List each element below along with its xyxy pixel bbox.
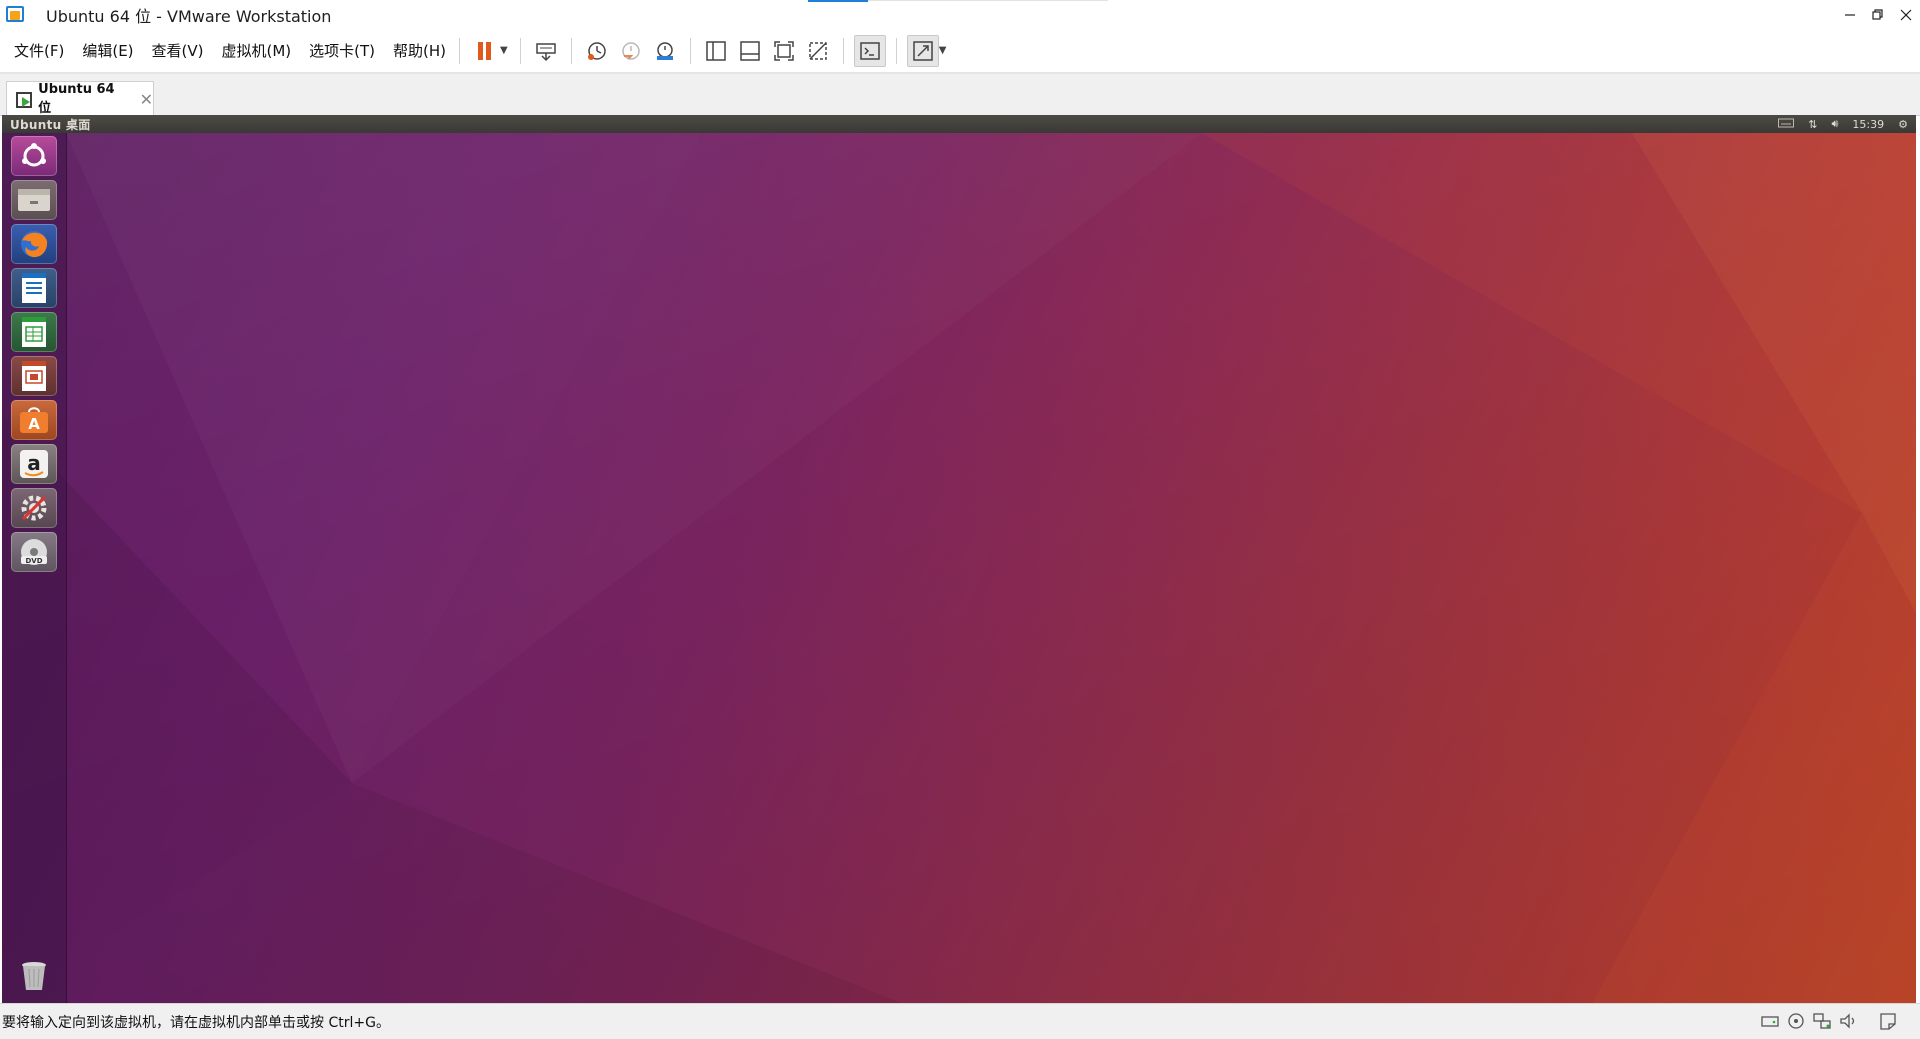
launcher-dvd[interactable]: DVD [9,531,59,573]
toolbar-separator [519,37,521,64]
ubuntu-launcher: A a DVD [2,133,67,1003]
window-controls [1836,0,1920,29]
tab-ubuntu-64[interactable]: Ubuntu 64 位 ✕ [6,81,154,116]
menu-help[interactable]: 帮助(H) [393,40,446,61]
dvd-icon: DVD [11,532,57,572]
snapshot-manager-icon [656,41,673,60]
thumbnail-bar-icon [739,40,760,61]
library-view-icon [705,40,726,61]
device-status-icons [1754,1012,1898,1030]
panel-clock[interactable]: 15:39 [1852,118,1884,131]
launcher-writer[interactable] [9,267,59,309]
menu-view[interactable]: 查看(V) [152,40,204,61]
full-screen-icon [912,40,933,61]
full-screen-dropdown-chevron-down-icon[interactable]: ▼ [939,45,947,56]
message-log-icon[interactable] [1878,1012,1898,1030]
menu-file[interactable]: 文件(F) [14,40,64,61]
calc-icon [11,312,57,352]
launcher-trash[interactable] [9,955,59,997]
minimize-button[interactable] [1836,0,1864,29]
send-ctrl-alt-del-button[interactable] [531,36,561,66]
writer-icon [11,268,57,308]
fit-guest-button[interactable] [769,36,799,66]
launcher-dash[interactable] [9,135,59,177]
window-title: Ubuntu 64 位 - VMware Workstation [46,6,332,26]
title-bar: Ubuntu 64 位 - VMware Workstation [0,0,1920,29]
snapshot-take-icon [587,41,606,60]
restore-button[interactable] [1864,0,1892,29]
status-bar: 要将输入定向到该虚拟机，请在虚拟机内部单击或按 Ctrl+G。 [0,1003,1920,1039]
trash-icon [11,956,57,996]
volume-indicator-icon[interactable]: 🔊︎ [1831,117,1838,131]
console-view-button[interactable] [853,34,886,67]
svg-text:A: A [28,415,40,433]
sound-card-icon[interactable] [1838,1012,1858,1030]
thumbnail-bar-button[interactable] [735,36,765,66]
snapshot-revert-button[interactable] [616,36,646,66]
svg-text:DVD: DVD [25,557,42,565]
panel-indicators: ⇅ 🔊︎ 15:39 ⚙ [1764,115,1908,133]
snapshot-revert-icon [621,41,640,60]
launcher-firefox[interactable] [9,223,59,265]
launcher-files[interactable] [9,179,59,221]
toolbar-separator [895,37,897,64]
toolbar-separator [459,37,461,64]
network-indicator-icon[interactable]: ⇅ [1808,118,1817,131]
toolbar-separator [570,37,572,64]
vmware-logo-icon [4,5,26,24]
console-view-icon [859,41,880,60]
close-button[interactable] [1892,0,1920,29]
panel-title: Ubuntu 桌面 [10,117,91,132]
launcher-system-settings[interactable] [9,487,59,529]
send-ctrl-alt-del-icon [535,42,556,61]
impress-icon [11,356,57,396]
svg-text:a: a [27,451,41,475]
ubuntu-desktop-wallpaper [2,133,1916,1003]
menu-edit[interactable]: 编辑(E) [82,40,133,61]
title-divider [868,0,1108,1]
vm-running-icon [15,90,32,108]
launcher-impress[interactable] [9,355,59,397]
tab-label: Ubuntu 64 位 [38,82,115,116]
system-settings-icon [11,488,57,528]
network-adapter-icon[interactable] [1812,1012,1832,1030]
software-center-icon: A [11,400,57,440]
snapshot-manager-button[interactable] [650,36,680,66]
tab-close-icon[interactable]: ✕ [140,90,153,109]
vm-console[interactable]: Ubuntu 桌面 ⇅ 🔊︎ 15:39 ⚙ A a DVD [2,115,1916,1003]
files-icon [11,180,57,220]
dash-icon [11,136,57,176]
cd-dvd-icon[interactable] [1786,1012,1806,1030]
wallpaper-facets [2,133,1916,1003]
keyboard-indicator-icon[interactable] [1778,118,1795,131]
title-accent [808,0,868,2]
pause-button[interactable] [470,36,500,66]
unity-icon [808,41,827,60]
amazon-icon: a [11,444,57,484]
snapshot-take-button[interactable] [582,36,612,66]
full-screen-button[interactable] [906,34,939,67]
session-gear-icon[interactable]: ⚙ [1898,118,1908,131]
hard-disk-icon[interactable] [1760,1012,1780,1030]
ubuntu-top-panel: Ubuntu 桌面 ⇅ 🔊︎ 15:39 ⚙ [2,115,1916,133]
tab-bar: Ubuntu 64 位 ✕ [0,74,1920,116]
launcher-calc[interactable] [9,311,59,353]
library-view-button[interactable] [701,36,731,66]
pause-dropdown-chevron-down-icon[interactable]: ▼ [500,45,508,56]
status-message: 要将输入定向到该虚拟机，请在虚拟机内部单击或按 Ctrl+G。 [2,1014,390,1031]
menu-tabs[interactable]: 选项卡(T) [309,40,375,61]
firefox-icon [11,224,57,264]
unity-button[interactable] [803,36,833,66]
menu-vm[interactable]: 虚拟机(M) [222,40,292,61]
menu-toolbar: 文件(F) 编辑(E) 查看(V) 虚拟机(M) 选项卡(T) 帮助(H) ▼ … [0,29,1920,74]
toolbar-separator [689,37,691,64]
toolbar-separator [842,37,844,64]
pause-icon [478,41,492,60]
launcher-amazon[interactable]: a [9,443,59,485]
launcher-software-center[interactable]: A [9,399,59,441]
fit-guest-icon [773,40,794,61]
